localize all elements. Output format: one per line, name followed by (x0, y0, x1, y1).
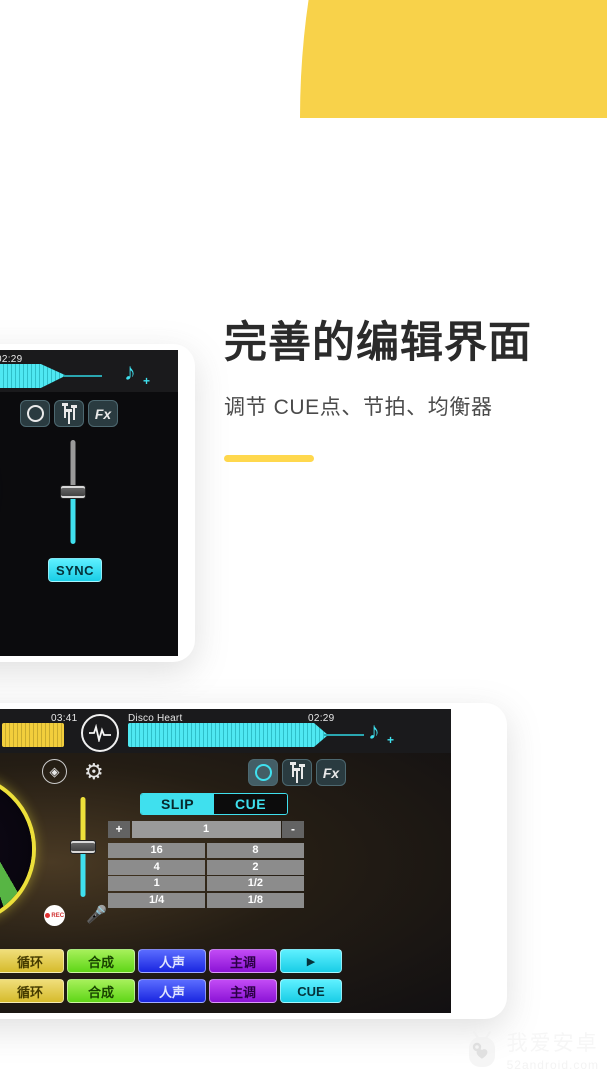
slip-cue-toggle[interactable]: SLIP CUE (140, 793, 288, 815)
bottom-phone-screen: 03:41 Disco Heart 02:29 ♪ + 126.59 BPM ✎ (0, 709, 451, 1013)
pad-synth-1[interactable]: 合成 (67, 949, 135, 973)
watermark-cn: 我爱安卓 (506, 1032, 599, 1055)
settings-gear-icon[interactable]: ⚙ (84, 759, 104, 784)
pad-vocal-2[interactable]: 人声 (138, 979, 206, 1003)
crossfader[interactable] (66, 797, 100, 897)
loop-cell[interactable]: 1/8 (206, 892, 304, 908)
top-tempo-fader[interactable] (56, 440, 90, 544)
pad-loop-1[interactable]: 循环 (0, 949, 64, 973)
page-subtitle: 调节 CUE点、节拍、均衡器 (224, 395, 493, 419)
record-button[interactable]: REC (44, 905, 65, 926)
fader-handle[interactable] (70, 840, 96, 854)
equalizer-icon[interactable] (282, 759, 312, 786)
top-phone-card: 02:29 ♪ + Fx SYNC (0, 344, 195, 662)
page-title: 完善的编辑界面 (224, 319, 532, 367)
loop-cell[interactable]: 1/4 (108, 892, 206, 908)
pad-row-2: 低音 鼓 循环 合成 人声 主调 CUE (0, 979, 342, 1003)
fader-track-lower (70, 492, 76, 544)
fader-handle[interactable] (60, 485, 86, 499)
loop-circle-glyph (254, 764, 272, 781)
loop-circle-glyph (26, 405, 44, 422)
bottom-turntable-platter[interactable]: 126.59 BPM ✎ (0, 773, 36, 925)
yellow-arc-shape (300, 0, 607, 118)
promo-copy: 完善的编辑界面 调节 CUE点、节拍、均衡器 (224, 318, 584, 462)
right-deck-time: 02:29 (308, 713, 335, 724)
android-robot-icon (464, 1030, 500, 1070)
sync-button[interactable]: SYNC (48, 558, 102, 582)
accent-underline (224, 454, 314, 462)
loop-cell[interactable]: 4 (108, 859, 206, 875)
top-deck-body: Fx SYNC 主调 ▶ 主调 CUE (0, 392, 178, 656)
music-note-plus-icon[interactable]: ♪ (124, 361, 136, 385)
track-time: 02:29 (0, 354, 23, 365)
microphone-icon[interactable]: 🎤 (86, 905, 107, 925)
waveform-pulse-icon[interactable] (81, 714, 119, 752)
cue-tab[interactable]: CUE (214, 794, 287, 814)
watermark-text: 我爱安卓 52android.com (507, 1027, 599, 1072)
loop-cell[interactable]: 2 (206, 859, 304, 875)
watermark-en: 52android.com (506, 1058, 599, 1072)
cue-button[interactable]: CUE (280, 979, 342, 1003)
pad-loop-2[interactable]: 循环 (0, 979, 64, 1003)
track-title: Disco Heart (128, 713, 183, 724)
top-waveform-strip: 02:29 ♪ + (0, 350, 178, 392)
pulse-glyph (89, 724, 111, 742)
cyan-waveform[interactable] (128, 723, 328, 747)
waveform-tail (64, 375, 102, 377)
loop-icon[interactable] (20, 400, 50, 427)
platter-artwork (0, 777, 32, 921)
bottom-waveform-strip: 03:41 Disco Heart 02:29 ♪ + (0, 709, 451, 753)
site-watermark: 我爱安卓 52android.com (464, 1027, 599, 1072)
note-plus-sign: + (387, 733, 395, 747)
cyan-waveform[interactable] (0, 364, 66, 388)
loop-cell[interactable]: 16 (108, 843, 206, 858)
loop-cell[interactable]: 8 (206, 843, 304, 858)
yellow-waveform-seg-3[interactable] (2, 723, 64, 747)
loop-icon[interactable] (248, 759, 278, 786)
eq-sliders-glyph (61, 403, 77, 424)
pad-row-1: 低音 鼓 循环 合成 人声 主调 ▶ (0, 949, 342, 973)
beat-stepper[interactable]: + 1 - (108, 821, 304, 838)
loop-length-grid: 16 8 4 2 1 1/2 1/4 1/8 (108, 843, 304, 908)
pad-key-1[interactable]: 主调 (209, 949, 277, 973)
record-dot-icon (44, 913, 50, 918)
fx-label: Fx (94, 405, 112, 422)
pad-key-2[interactable]: 主调 (209, 979, 277, 1003)
note-plus-sign: + (143, 374, 151, 388)
loop-cell[interactable]: 1/2 (206, 876, 304, 891)
eq-sliders-glyph (289, 762, 305, 783)
fx-button[interactable]: Fx (316, 759, 346, 786)
slip-tab[interactable]: SLIP (141, 794, 214, 814)
fx-label: Fx (322, 764, 340, 781)
music-note-plus-icon[interactable]: ♪ (368, 720, 380, 744)
bottom-deck-body: 126.59 BPM ✎ ◈ ⚙ REC 🎤 (0, 753, 451, 1013)
waveform-tail (324, 734, 364, 736)
stepper-minus-button[interactable]: - (282, 821, 304, 838)
left-deck-time: 03:41 (51, 713, 78, 724)
fx-button[interactable]: Fx (88, 400, 118, 427)
top-phone-screen: 02:29 ♪ + Fx SYNC (0, 350, 178, 656)
play-button[interactable]: ▶ (280, 949, 342, 973)
decorative-yellow-arc (0, 0, 607, 140)
bottom-phone-card: 03:41 Disco Heart 02:29 ♪ + 126.59 BPM ✎ (0, 703, 507, 1019)
fader-track-lower (80, 847, 86, 897)
loop-cell[interactable]: 1 (108, 876, 206, 891)
pad-synth-2[interactable]: 合成 (67, 979, 135, 1003)
stepper-value: 1 (131, 821, 281, 838)
diamond-icon[interactable]: ◈ (42, 759, 67, 784)
equalizer-icon[interactable] (54, 400, 84, 427)
pad-vocal-1[interactable]: 人声 (138, 949, 206, 973)
stepper-plus-button[interactable]: + (108, 821, 130, 838)
record-label: REC (51, 912, 65, 919)
